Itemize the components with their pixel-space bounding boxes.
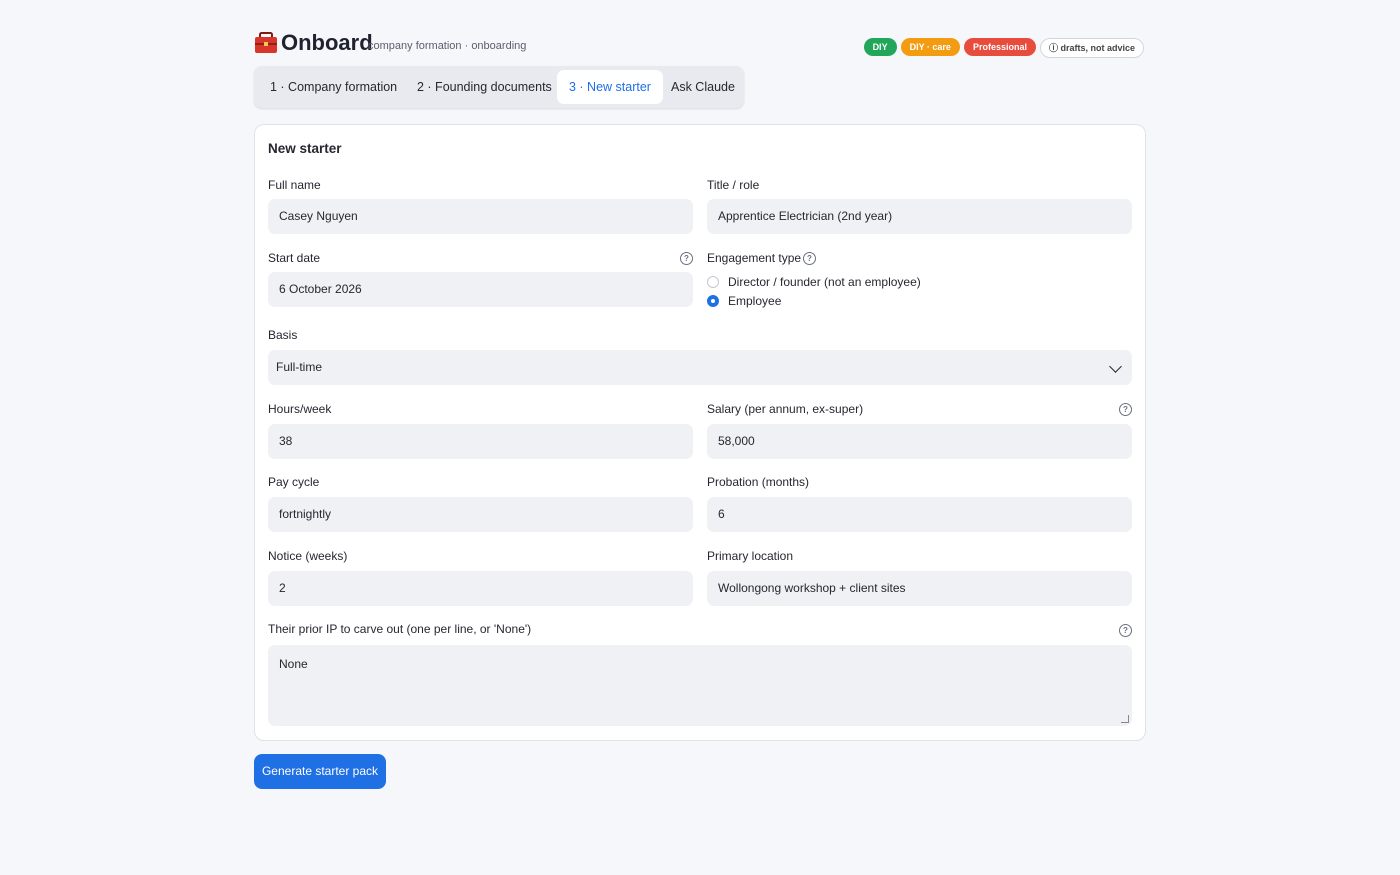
salary-input[interactable]: 58,000	[707, 424, 1132, 459]
basis-select[interactable]: Full-time	[268, 350, 1132, 385]
chevron-down-icon	[1109, 360, 1122, 373]
hours-week-input[interactable]: 38	[268, 424, 693, 459]
badge-group: DIY DIY · care Professional ⓘ drafts, no…	[863, 38, 1144, 58]
primary-location-label: Primary location	[707, 549, 794, 563]
title-role-label: Title / role	[707, 178, 760, 192]
drafts-note-badge: ⓘ drafts, not advice	[1039, 38, 1144, 58]
start-date-label: Start date	[268, 251, 321, 265]
form-title: New starter	[268, 141, 342, 156]
pay-cycle-input[interactable]: fortnightly	[268, 497, 693, 532]
hours-week-label: Hours/week	[268, 402, 332, 416]
app-subtitle: company formation · onboarding	[368, 40, 527, 52]
salary-help-icon[interactable]: ?	[1119, 403, 1132, 416]
basis-value: Full-time	[276, 360, 323, 374]
notice-label: Notice (weeks)	[268, 549, 348, 563]
tab-founding-documents[interactable]: 2 · Founding documents	[405, 70, 564, 104]
tab-new-starter[interactable]: 3 · New starter	[557, 70, 663, 104]
radio-employee-label: Employee	[728, 294, 782, 308]
prior-ip-label: Their prior IP to carve out (one per lin…	[268, 622, 532, 636]
new-starter-form: New starter Full name Casey Nguyen Title…	[254, 124, 1146, 741]
app-title: Onboard	[281, 30, 373, 55]
app-header: Onboard company formation · onboarding D…	[254, 30, 1146, 60]
basis-label: Basis	[268, 328, 298, 342]
title-role-input[interactable]: Apprentice Electrician (2nd year)	[707, 199, 1132, 234]
professional-badge: Professional	[963, 38, 1036, 56]
diy-care-badge: DIY · care	[900, 38, 960, 56]
pay-cycle-label: Pay cycle	[268, 475, 320, 489]
start-date-input[interactable]: 6 October 2026	[268, 272, 693, 307]
engagement-type-help-icon[interactable]: ?	[803, 252, 816, 265]
prior-ip-help-icon[interactable]: ?	[1119, 624, 1132, 637]
primary-location-input[interactable]: Wollongong workshop + client sites	[707, 571, 1132, 606]
salary-label: Salary (per annum, ex-super)	[707, 402, 864, 416]
toolbox-icon	[255, 32, 277, 53]
radio-employee[interactable]	[707, 295, 719, 307]
tab-company-formation[interactable]: 1 · Company formation	[258, 70, 409, 104]
radio-director[interactable]	[707, 276, 719, 288]
prior-ip-textarea[interactable]: None	[268, 645, 1132, 726]
engagement-type-label: Engagement type	[707, 251, 802, 265]
start-date-help-icon[interactable]: ?	[680, 252, 693, 265]
probation-label: Probation (months)	[707, 475, 810, 489]
full-name-label: Full name	[268, 178, 321, 192]
tab-bar: 1 · Company formation 2 · Founding docum…	[254, 66, 744, 108]
probation-input[interactable]: 6	[707, 497, 1132, 532]
radio-director-label: Director / founder (not an employee)	[728, 275, 921, 289]
resize-handle-icon[interactable]	[1121, 715, 1129, 723]
generate-starter-pack-button[interactable]: Generate starter pack	[254, 754, 386, 789]
full-name-input[interactable]: Casey Nguyen	[268, 199, 693, 234]
notice-input[interactable]: 2	[268, 571, 693, 606]
diy-badge: DIY	[863, 38, 897, 56]
tab-ask-claude[interactable]: Ask Claude	[659, 70, 747, 104]
prior-ip-value: None	[279, 657, 308, 671]
